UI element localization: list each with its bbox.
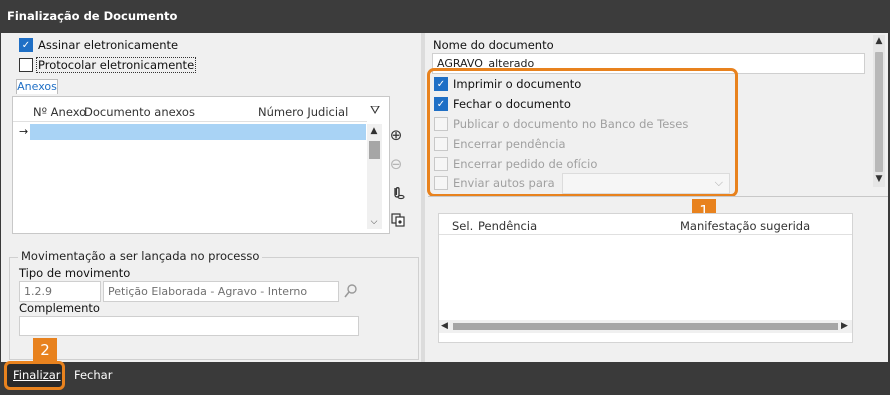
remove-icon[interactable]: ⊖ — [387, 155, 405, 173]
add-icon[interactable]: ⊕ — [387, 126, 405, 144]
window-title: Finalização de Documento — [0, 0, 890, 33]
protocol-checkbox[interactable] — [19, 58, 33, 72]
col-suggested-manifestation[interactable]: Manifestação sugerida — [680, 219, 810, 233]
highlight-options — [427, 68, 738, 197]
pending-hscroll-thumb[interactable] — [453, 323, 838, 330]
col-pending[interactable]: Pendência — [478, 219, 537, 233]
scroll-left-icon[interactable]: ◀ — [441, 321, 448, 331]
doc-name-label: Nome do documento — [433, 38, 554, 52]
attachments-scroll-thumb[interactable] — [369, 141, 380, 159]
movement-type-label: Tipo de movimento — [19, 266, 131, 280]
scroll-up-icon[interactable]: ▲ — [368, 126, 380, 136]
copy-icon[interactable] — [389, 211, 407, 229]
sign-checkbox[interactable]: ✓ — [19, 38, 33, 52]
attach-icon[interactable] — [389, 184, 407, 202]
complement-field[interactable] — [19, 316, 359, 336]
complement-label: Complemento — [19, 301, 100, 315]
pending-header-divider — [439, 234, 852, 235]
movement-group-title: Movimentação a ser lançada no processo — [18, 249, 263, 263]
col-annex-doc[interactable]: Documento anexos — [84, 105, 195, 119]
attachments-scrollbar[interactable] — [367, 124, 382, 229]
finalize-button[interactable]: Finalizar — [13, 368, 61, 382]
header-divider — [13, 121, 367, 122]
protocol-label: Protocolar eletronicamente — [36, 57, 197, 73]
col-judicial-number[interactable]: Número Judicial — [258, 105, 348, 119]
col-select[interactable]: Sel. — [452, 219, 473, 233]
movement-name-field[interactable]: Petição Elaborada - Agravo - Interno — [103, 281, 339, 302]
filter-icon[interactable]: ⛛ — [370, 103, 380, 118]
table-row[interactable] — [30, 124, 366, 140]
scroll-down-icon[interactable]: ⌵ — [368, 217, 380, 227]
col-annex-no[interactable]: Nº Anexo — [33, 105, 86, 119]
footer-bar — [0, 362, 890, 395]
close-button[interactable]: Fechar — [74, 368, 112, 382]
search-icon[interactable] — [343, 283, 359, 302]
sign-label: Assinar eletronicamente — [38, 38, 179, 52]
right-scroll-thumb[interactable] — [875, 52, 883, 172]
row-marker: → — [19, 125, 29, 138]
badge-two: 2 — [33, 338, 57, 362]
scroll-right-icon[interactable]: ▶ — [841, 321, 848, 331]
right-scroll-up-icon[interactable]: ▲ — [873, 36, 885, 46]
tab-anexos[interactable]: Anexos — [16, 79, 58, 94]
right-scroll-down-icon[interactable]: ▼ — [873, 174, 885, 184]
movement-code-field[interactable]: 1.2.9 — [19, 281, 101, 302]
